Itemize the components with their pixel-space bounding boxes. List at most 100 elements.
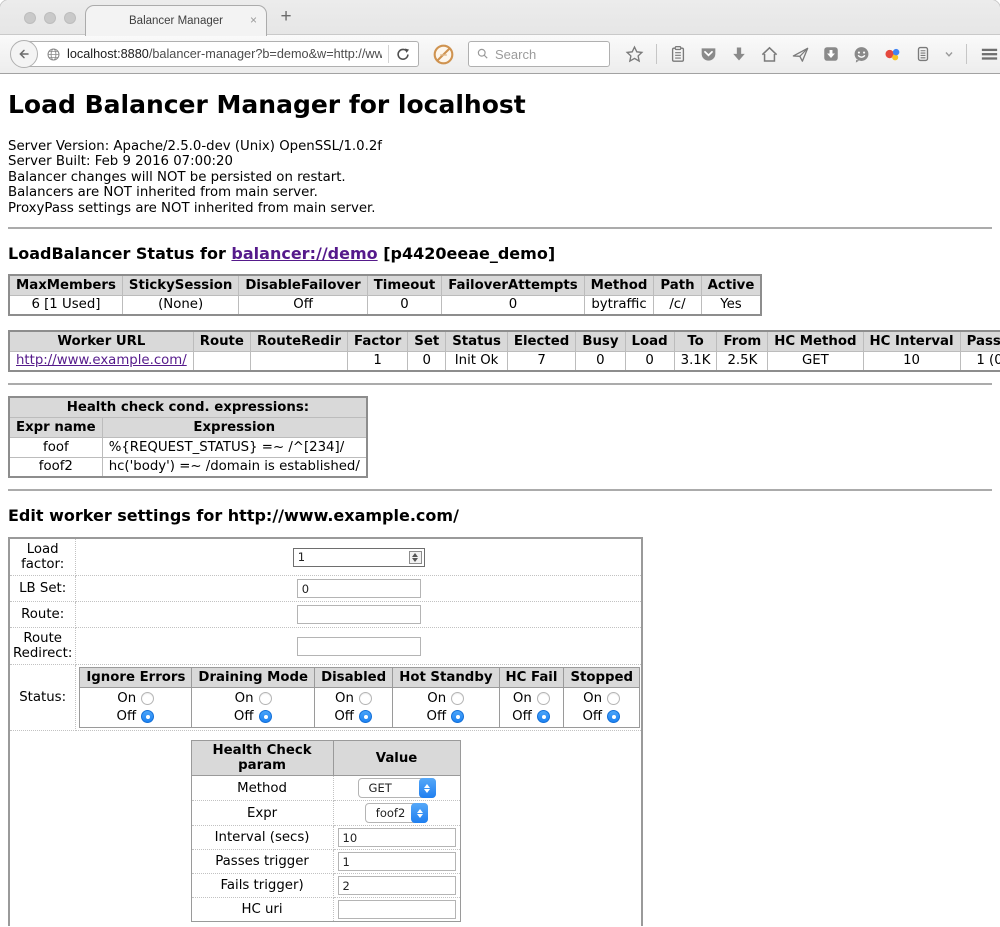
load-factor-input[interactable] — [293, 548, 425, 567]
dropdown-caret-icon[interactable] — [944, 49, 954, 59]
heading-prefix: LoadBalancer Status for — [8, 244, 231, 263]
disabled-group: On Off — [321, 691, 386, 724]
back-button[interactable] — [10, 40, 38, 68]
method-select[interactable]: GET — [358, 778, 436, 798]
disabled-on-radio[interactable] — [359, 692, 372, 705]
cell-hc-method: GET — [768, 351, 863, 371]
fails-label: Fails trigger) — [191, 874, 333, 898]
status-table: Ignore Errors Draining Mode Disabled Hot… — [79, 667, 640, 728]
interval-label: Interval (secs) — [191, 826, 333, 850]
col-expr-name: Expr name — [9, 417, 102, 437]
table-row: foof2 hc('body') =~ /domain is establish… — [9, 457, 367, 477]
cell-maxmembers: 6 [1 Used] — [9, 295, 122, 315]
hc-uri-input[interactable] — [338, 900, 456, 919]
route-input[interactable] — [297, 605, 421, 624]
clipboard-icon[interactable] — [669, 45, 687, 63]
table-row: http://www.example.com/ 1 0 Init Ok 7 0 … — [9, 351, 1000, 371]
table-title-row: Health check cond. expressions: — [9, 397, 367, 417]
col-expression: Expression — [102, 417, 367, 437]
off-label: Off — [334, 709, 354, 724]
cell-load: 0 — [625, 351, 674, 371]
route-redirect-input[interactable] — [297, 637, 421, 656]
col-ignore-errors: Ignore Errors — [80, 668, 192, 688]
cell-expression: hc('body') =~ /domain is established/ — [102, 457, 367, 477]
number-spinner-icon[interactable] — [409, 551, 422, 564]
col-active: Active — [701, 275, 761, 295]
divider — [8, 489, 992, 491]
on-label: On — [117, 691, 137, 706]
col-to: To — [674, 331, 717, 351]
form-row-load-factor: Load factor: — [9, 538, 642, 576]
cell-failoverattempts: 0 — [442, 295, 584, 315]
stopped-off-radio[interactable] — [607, 710, 620, 723]
ignore-errors-group: On Off — [86, 691, 185, 724]
off-label: Off — [234, 709, 254, 724]
cell-set: 0 — [408, 351, 446, 371]
globe-icon — [46, 47, 61, 62]
send-plane-icon[interactable] — [791, 45, 810, 64]
window-close-button[interactable] — [24, 12, 36, 24]
col-draining-mode: Draining Mode — [192, 668, 315, 688]
draining-mode-off-radio[interactable] — [259, 710, 272, 723]
hc-row-interval: Interval (secs) — [191, 826, 460, 850]
fails-input[interactable] — [338, 876, 456, 895]
home-icon[interactable] — [760, 45, 779, 64]
url-host: localhost:8880 — [67, 47, 149, 61]
color-dots-icon[interactable] — [883, 45, 902, 64]
lb-set-input[interactable] — [297, 579, 421, 598]
hot-standby-off-radio[interactable] — [451, 710, 464, 723]
hc-uri-label: HC uri — [191, 898, 333, 922]
cell-factor: 1 — [348, 351, 408, 371]
hc-fail-off-radio[interactable] — [537, 710, 550, 723]
on-label: On — [512, 691, 532, 706]
col-from: From — [717, 331, 768, 351]
off-label: Off — [117, 709, 137, 724]
inherit-note-line: Balancers are NOT inherited from main se… — [8, 185, 992, 200]
window-zoom-button[interactable] — [64, 12, 76, 24]
url-text[interactable]: localhost:8880/balancer-manager?b=demo&w… — [67, 47, 382, 61]
url-path: /balancer-manager?b=demo&w=http://www.ex… — [149, 47, 382, 61]
tab-close-icon[interactable]: × — [250, 13, 257, 27]
disabled-off-radio[interactable] — [359, 710, 372, 723]
menu-hamburger-icon[interactable] — [979, 45, 1000, 63]
hot-standby-on-radio[interactable] — [451, 692, 464, 705]
stopped-on-radio[interactable] — [607, 692, 620, 705]
col-factor: Factor — [348, 331, 408, 351]
ignore-errors-off-radio[interactable] — [141, 710, 154, 723]
col-timeout: Timeout — [367, 275, 441, 295]
interval-input[interactable] — [338, 828, 456, 847]
tab-balancer-manager[interactable]: Balancer Manager × — [85, 5, 267, 36]
cell-stickysession: (None) — [122, 295, 238, 315]
col-routeredir: RouteRedir — [250, 331, 347, 351]
bookmark-star-icon[interactable] — [625, 45, 644, 64]
col-hot-standby: Hot Standby — [393, 668, 499, 688]
cell-passes: 1 (0) — [960, 351, 1000, 371]
download-arrow-icon[interactable] — [730, 45, 748, 63]
battery-list-icon[interactable] — [914, 45, 932, 63]
draining-mode-on-radio[interactable] — [259, 692, 272, 705]
chat-smiley-icon[interactable] — [852, 45, 871, 64]
cell-expr-name: foof2 — [9, 457, 102, 477]
off-label: Off — [427, 709, 447, 724]
hc-fail-on-radio[interactable] — [537, 692, 550, 705]
search-bar[interactable] — [468, 41, 610, 67]
search-input[interactable] — [495, 47, 595, 62]
expr-select[interactable]: foof2 — [365, 803, 429, 823]
table-header-row: Expr name Expression — [9, 417, 367, 437]
col-set: Set — [408, 331, 446, 351]
downloads-panel-icon[interactable] — [822, 45, 840, 63]
pocket-icon[interactable] — [699, 45, 718, 64]
urlbar-divider — [388, 45, 389, 63]
ignore-errors-on-radio[interactable] — [141, 692, 154, 705]
passes-input[interactable] — [338, 852, 456, 871]
balancer-status-table: MaxMembers StickySession DisableFailover… — [8, 274, 762, 316]
window-minimize-button[interactable] — [44, 12, 56, 24]
reload-button[interactable] — [395, 46, 411, 62]
url-bar[interactable]: localhost:8880/balancer-manager?b=demo&w… — [23, 41, 419, 67]
form-row-lb-set: LB Set: — [9, 576, 642, 602]
balancer-demo-link[interactable]: balancer://demo — [231, 244, 377, 263]
worker-url-link[interactable]: http://www.example.com/ — [16, 353, 187, 368]
content-blocker-icon[interactable] — [432, 43, 455, 66]
proxypass-note-line: ProxyPass settings are NOT inherited fro… — [8, 201, 992, 216]
new-tab-button[interactable]: + — [274, 6, 298, 28]
